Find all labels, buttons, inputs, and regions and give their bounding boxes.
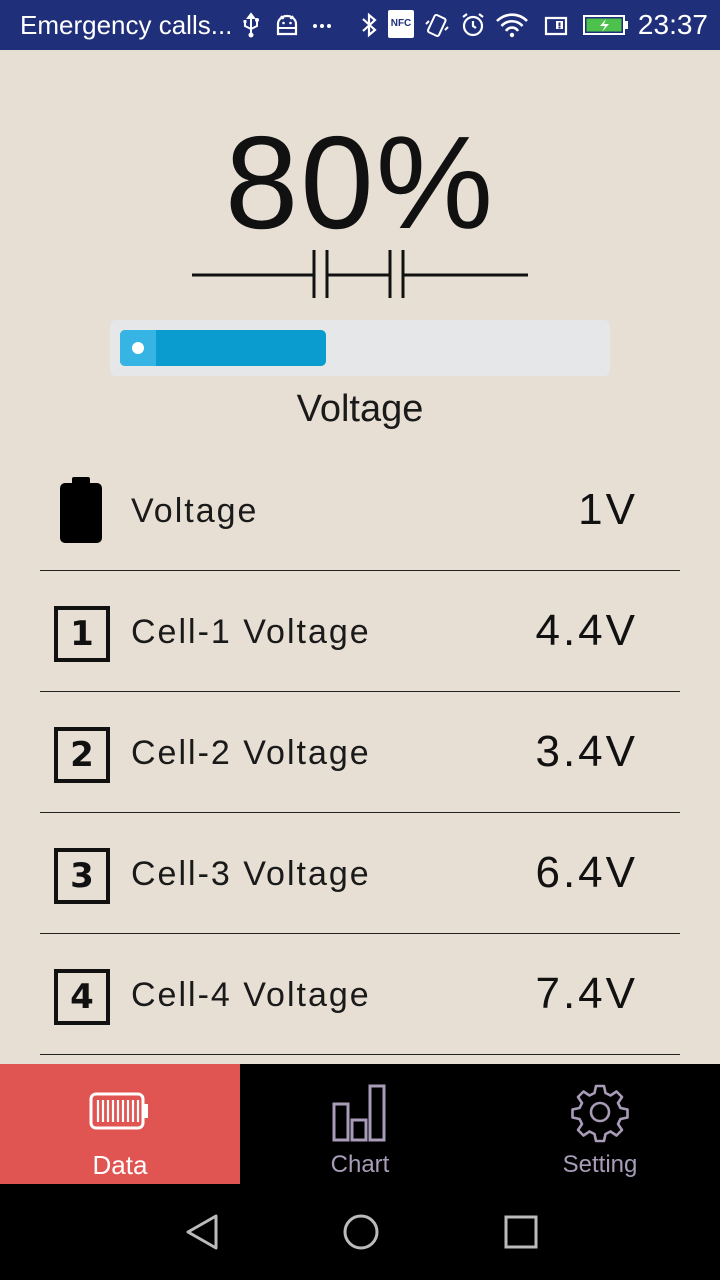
nfc-icon: NFC [388,10,414,38]
tab-setting[interactable]: Setting [480,1064,720,1184]
android-debug-icon [276,14,298,36]
cell-4-icon: 4 [54,969,110,1025]
row-value: 3.4V [535,727,638,776]
nfc-icon-label: NFC [390,18,412,29]
row-value: 7.4V [535,969,638,1018]
recents-icon[interactable] [501,1212,541,1252]
charge-percent: 80% [224,109,496,256]
tab-label: Setting [562,1151,638,1178]
row-value: 1V [578,485,638,534]
row-label: Voltage [131,492,259,530]
tab-data[interactable]: Data [0,1064,240,1184]
capacitor-symbol-icon [192,250,528,298]
more-icon [313,24,331,28]
vibrate-icon [425,13,449,37]
battery-tab-icon [89,1092,148,1130]
row-label: Cell-2 Voltage [131,734,371,772]
list-row-cell-4: 4 Cell-4 Voltage 7.4V [40,935,680,1055]
bottom-tab-bar: Data Chart Setting [0,1064,720,1184]
cell-1-icon: 1 [54,606,110,662]
battery-icon [60,477,102,543]
home-icon[interactable] [341,1212,381,1252]
cell-3-icon: 3 [54,848,110,904]
usb-icon [243,12,259,38]
status-time: 23:37 [637,9,708,40]
bar-chart-icon [332,1084,386,1142]
status-notification-text: Emergency calls... [20,10,233,40]
list-row-cell-2: 2 Cell-2 Voltage 3.4V [40,693,680,813]
cell-2-icon: 2 [54,727,110,783]
voltage-progress-fill [120,330,326,366]
gear-icon [571,1084,629,1143]
row-value: 4.4V [535,606,638,655]
gauge-label: Voltage [296,388,424,430]
tab-label: Data [92,1150,148,1180]
tab-label: Chart [330,1151,390,1178]
progress-dot [132,342,144,354]
row-label: Cell-4 Voltage [131,976,371,1014]
row-label: Cell-1 Voltage [131,613,371,651]
voltage-progress-bar [110,320,610,376]
status-bar: Emergency calls... NFC 23:37 [0,0,720,50]
list-row-cell-1: 1 Cell-1 Voltage 4.4V [40,572,680,692]
alarm-icon [462,13,484,37]
list-row-voltage: Voltage 1V [40,451,680,571]
back-icon[interactable] [182,1212,222,1252]
sim-alert-icon [544,16,568,36]
bluetooth-icon [362,12,377,38]
wifi-icon [496,13,528,38]
navigation-bar [0,1184,720,1280]
row-value: 6.4V [535,848,638,897]
battery-charging-icon [583,15,628,35]
list-row-cell-3: 3 Cell-3 Voltage 6.4V [40,814,680,934]
row-label: Cell-3 Voltage [131,855,371,893]
tab-chart[interactable]: Chart [240,1064,480,1184]
progress-cap [120,330,156,366]
